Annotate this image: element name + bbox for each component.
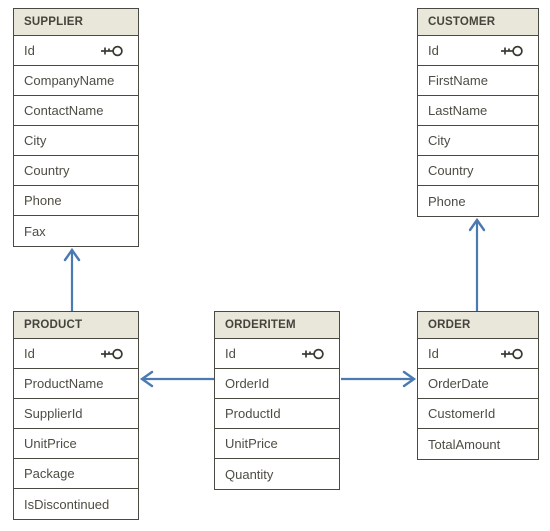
field-label: OrderId xyxy=(225,376,270,391)
field-label: ProductId xyxy=(225,406,281,421)
field-label: Country xyxy=(428,163,474,178)
primary-key-icon xyxy=(500,44,524,58)
field-supplier-contactname[interactable]: ContactName xyxy=(14,96,138,126)
field-supplier-country[interactable]: Country xyxy=(14,156,138,186)
field-product-supplierid[interactable]: SupplierId xyxy=(14,399,138,429)
field-label: City xyxy=(24,133,47,148)
entity-supplier-title: SUPPLIER xyxy=(14,9,138,36)
field-label: TotalAmount xyxy=(428,436,501,452)
entity-supplier[interactable]: SUPPLIER Id CompanyName ContactName City… xyxy=(13,8,139,247)
field-supplier-city[interactable]: City xyxy=(14,126,138,156)
field-label: LastName xyxy=(428,103,488,118)
field-label: UnitPrice xyxy=(24,436,77,451)
primary-key-icon xyxy=(100,44,124,58)
field-orderitem-orderid[interactable]: OrderId xyxy=(215,369,339,399)
connector-product-supplier xyxy=(63,247,81,311)
field-customer-id[interactable]: Id xyxy=(418,36,538,66)
field-supplier-id[interactable]: Id xyxy=(14,36,138,66)
field-label: Id xyxy=(24,346,35,361)
field-label: FirstName xyxy=(428,73,488,88)
field-label: Id xyxy=(428,346,439,361)
field-customer-lastname[interactable]: LastName xyxy=(418,96,538,126)
primary-key-icon xyxy=(301,347,325,361)
connector-order-customer xyxy=(468,217,486,311)
field-label: Fax xyxy=(24,223,46,239)
field-label: Id xyxy=(225,346,236,361)
field-customer-firstname[interactable]: FirstName xyxy=(418,66,538,96)
er-diagram-canvas: SUPPLIER Id CompanyName ContactName City… xyxy=(0,0,550,531)
primary-key-icon xyxy=(500,347,524,361)
entity-order-title: ORDER xyxy=(418,312,538,339)
field-customer-city[interactable]: City xyxy=(418,126,538,156)
field-orderitem-productid[interactable]: ProductId xyxy=(215,399,339,429)
field-customer-country[interactable]: Country xyxy=(418,156,538,186)
field-label: CustomerId xyxy=(428,406,496,421)
field-label: Id xyxy=(428,43,439,58)
connector-orderitem-product xyxy=(139,370,214,388)
field-label: Package xyxy=(24,466,75,481)
field-label: Phone xyxy=(428,193,466,209)
field-customer-phone[interactable]: Phone xyxy=(418,186,538,216)
field-orderitem-quantity[interactable]: Quantity xyxy=(215,459,339,489)
field-label: OrderDate xyxy=(428,376,489,391)
field-orderitem-id[interactable]: Id xyxy=(215,339,339,369)
entity-product-title: PRODUCT xyxy=(14,312,138,339)
entity-order[interactable]: ORDER Id OrderDate CustomerId TotalAmoun… xyxy=(417,311,539,460)
field-label: Id xyxy=(24,43,35,58)
connector-orderitem-order xyxy=(341,370,417,388)
entity-orderitem[interactable]: ORDERITEM Id OrderId ProductId UnitPrice… xyxy=(214,311,340,490)
entity-orderitem-title: ORDERITEM xyxy=(215,312,339,339)
field-product-productname[interactable]: ProductName xyxy=(14,369,138,399)
field-order-totalamount[interactable]: TotalAmount xyxy=(418,429,538,459)
field-orderitem-unitprice[interactable]: UnitPrice xyxy=(215,429,339,459)
field-product-isdiscontinued[interactable]: IsDiscontinued xyxy=(14,489,138,519)
field-product-package[interactable]: Package xyxy=(14,459,138,489)
field-order-orderdate[interactable]: OrderDate xyxy=(418,369,538,399)
field-label: Phone xyxy=(24,193,62,208)
field-label: City xyxy=(428,133,451,148)
field-label: CompanyName xyxy=(24,73,115,88)
field-order-customerid[interactable]: CustomerId xyxy=(418,399,538,429)
field-supplier-phone[interactable]: Phone xyxy=(14,186,138,216)
field-label: ProductName xyxy=(24,376,104,391)
field-label: SupplierId xyxy=(24,406,83,421)
field-label: UnitPrice xyxy=(225,436,278,451)
entity-product[interactable]: PRODUCT Id ProductName SupplierId UnitPr… xyxy=(13,311,139,520)
entity-customer[interactable]: CUSTOMER Id FirstName LastName City Coun… xyxy=(417,8,539,217)
field-supplier-companyname[interactable]: CompanyName xyxy=(14,66,138,96)
field-label: Country xyxy=(24,163,70,178)
field-product-id[interactable]: Id xyxy=(14,339,138,369)
primary-key-icon xyxy=(100,347,124,361)
field-product-unitprice[interactable]: UnitPrice xyxy=(14,429,138,459)
field-label: ContactName xyxy=(24,103,104,118)
field-label: Quantity xyxy=(225,466,274,482)
entity-customer-title: CUSTOMER xyxy=(418,9,538,36)
field-supplier-fax[interactable]: Fax xyxy=(14,216,138,246)
field-order-id[interactable]: Id xyxy=(418,339,538,369)
field-label: IsDiscontinued xyxy=(24,496,110,512)
